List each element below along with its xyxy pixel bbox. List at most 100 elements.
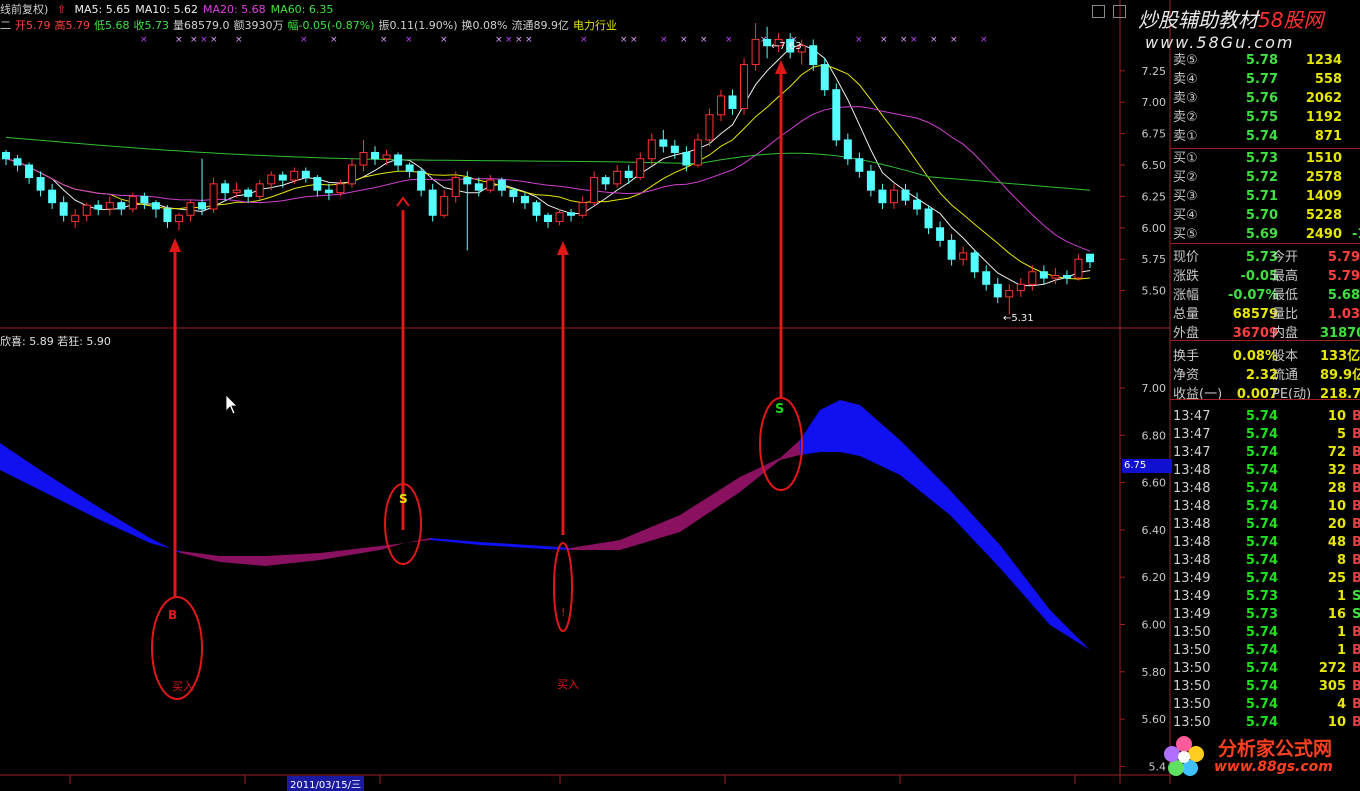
tick-price: 5.74 — [1245, 715, 1278, 730]
signal-x-mark: × — [440, 35, 448, 45]
tick-volume: 305 — [1318, 679, 1346, 694]
ribbon-blue-segment — [0, 443, 180, 553]
candle-body — [763, 38, 772, 47]
orderbook-price: 5.72 — [1245, 170, 1278, 185]
fund-label: 股本 — [1272, 349, 1299, 364]
tick-row: 13:50 5.74 1 B — [1170, 642, 1360, 660]
signal-x-mark: × — [495, 35, 503, 45]
flower-logo-icon — [1164, 736, 1204, 776]
candle-body — [613, 170, 622, 185]
tick-price: 5.74 — [1245, 463, 1278, 478]
candle-body — [751, 38, 760, 66]
tick-price: 5.74 — [1245, 571, 1278, 586]
signal-x-mark: × — [930, 35, 938, 45]
fund-label: PE(动) — [1272, 387, 1312, 402]
tick-price: 5.74 — [1245, 661, 1278, 676]
signal-x-mark: × — [620, 35, 628, 45]
orderbook-price: 5.74 — [1245, 129, 1278, 144]
candle-body — [474, 183, 483, 191]
orderbook-volume: 5228 — [1305, 208, 1342, 223]
ribbon-purple-segment — [570, 440, 800, 550]
orderbook-price: 5.69 — [1245, 227, 1278, 242]
orderbook-label: 买② — [1173, 170, 1198, 185]
tick-volume: 25 — [1327, 571, 1346, 586]
minimize-button[interactable] — [1092, 5, 1105, 18]
maximize-button[interactable] — [1113, 5, 1127, 18]
fund-label: 流通 — [1272, 368, 1299, 383]
orderbook-volume: 2578 — [1305, 170, 1342, 185]
signal-x-mark: × — [300, 35, 308, 45]
signal-x-mark: × — [525, 35, 533, 45]
candle-body — [820, 64, 829, 91]
kline-chart[interactable]: 7.25 7.00 6.75 6.50 6.25 6.00 5.75 5.50 7.00 6.8… — [0, 0, 1360, 784]
tick-time: 13:47 — [1173, 409, 1211, 424]
quote-row: 现价 5.73 今开 5.79 — [1170, 249, 1360, 267]
candle-body — [417, 170, 426, 191]
tick-time: 13:50 — [1173, 715, 1211, 730]
ma20-line — [5, 106, 1091, 252]
candlesticks — [2, 23, 1094, 315]
axis-label: 5.80 — [1142, 666, 1167, 679]
axis-label: 7.00 — [1142, 382, 1167, 395]
candle-body — [440, 195, 449, 216]
tick-time: 13:49 — [1173, 589, 1211, 604]
candle-body — [866, 170, 875, 191]
orderbook-label: 买① — [1173, 151, 1198, 166]
candle-body — [48, 189, 57, 204]
price-tag: 6.75 — [1122, 459, 1172, 473]
orderbook-label: 卖④ — [1173, 72, 1198, 87]
candle-body — [151, 202, 160, 210]
quote-value: 1.03 — [1327, 307, 1360, 322]
chart-window[interactable]: 7.25 7.00 6.75 6.50 6.25 6.00 5.75 5.50 7.00 6.8… — [0, 0, 1360, 784]
signal-x-mark: × — [515, 35, 523, 45]
bar-info-field: 振0.11(1.90%) — [378, 19, 458, 32]
tick-row: 13:48 5.74 8 B — [1170, 552, 1360, 570]
ma60-line — [5, 136, 1091, 191]
orderbook-price: 5.77 — [1245, 72, 1278, 87]
fund-value: 0.007 — [1236, 387, 1278, 402]
candle-body — [970, 252, 979, 273]
orderbook-price: 5.75 — [1245, 110, 1278, 125]
fundamental-row: 换手 0.08% 股本 133亿 — [1170, 348, 1360, 366]
candle-body — [636, 158, 645, 179]
tick-row: 13:48 5.74 48 B — [1170, 534, 1360, 552]
orderbook-label: 卖② — [1173, 110, 1198, 125]
fund-label: 收益(一) — [1173, 387, 1223, 402]
panel-separator — [1170, 148, 1360, 149]
buy-signal-text: 买入 — [557, 678, 579, 691]
quote-value: 68579 — [1232, 307, 1278, 322]
indicator-axis: 7.006.806.606.406.206.005.805.605.4 — [1120, 382, 1166, 773]
signal-x-mark: × — [190, 35, 198, 45]
axis-label: 6.00 — [1142, 222, 1167, 235]
tick-price: 5.74 — [1245, 409, 1278, 424]
candle-body — [371, 151, 380, 160]
axis-label: 5.75 — [1142, 253, 1167, 266]
up-arrow-icon: ⇧ — [56, 3, 67, 16]
tick-volume: 10 — [1327, 499, 1346, 514]
candle-body — [532, 202, 541, 216]
tick-direction: B — [1352, 697, 1360, 712]
orderbook-volume: 558 — [1314, 72, 1342, 87]
candle-body — [244, 189, 253, 197]
quote-value: -0.05 — [1240, 269, 1278, 284]
tick-row: 13:50 5.74 272 B — [1170, 660, 1360, 678]
signal-x-mark: × — [210, 35, 218, 45]
candle-body — [267, 174, 276, 185]
low-price-label: ←5.31 — [1003, 313, 1034, 324]
candle-body — [728, 95, 737, 110]
tick-volume: 48 — [1327, 535, 1346, 550]
brand-url: www.58Gu.com — [1145, 33, 1295, 52]
tick-price: 5.73 — [1245, 607, 1278, 622]
signal-x-mark: × — [505, 35, 513, 45]
candle-body — [520, 195, 529, 204]
candle-body — [924, 208, 933, 229]
quote-row: 涨幅 -0.07% 最低 5.68 — [1170, 287, 1360, 305]
tick-row: 13:50 5.74 1 B — [1170, 624, 1360, 642]
candle-body — [13, 158, 22, 166]
tick-time: 13:48 — [1173, 463, 1211, 478]
tick-row: 13:50 5.74 4 B — [1170, 696, 1360, 714]
candle-body — [486, 179, 495, 191]
arrow-down-icon — [396, 196, 410, 207]
tick-price: 5.74 — [1245, 679, 1278, 694]
tick-row: 13:49 5.73 1 S — [1170, 588, 1360, 606]
